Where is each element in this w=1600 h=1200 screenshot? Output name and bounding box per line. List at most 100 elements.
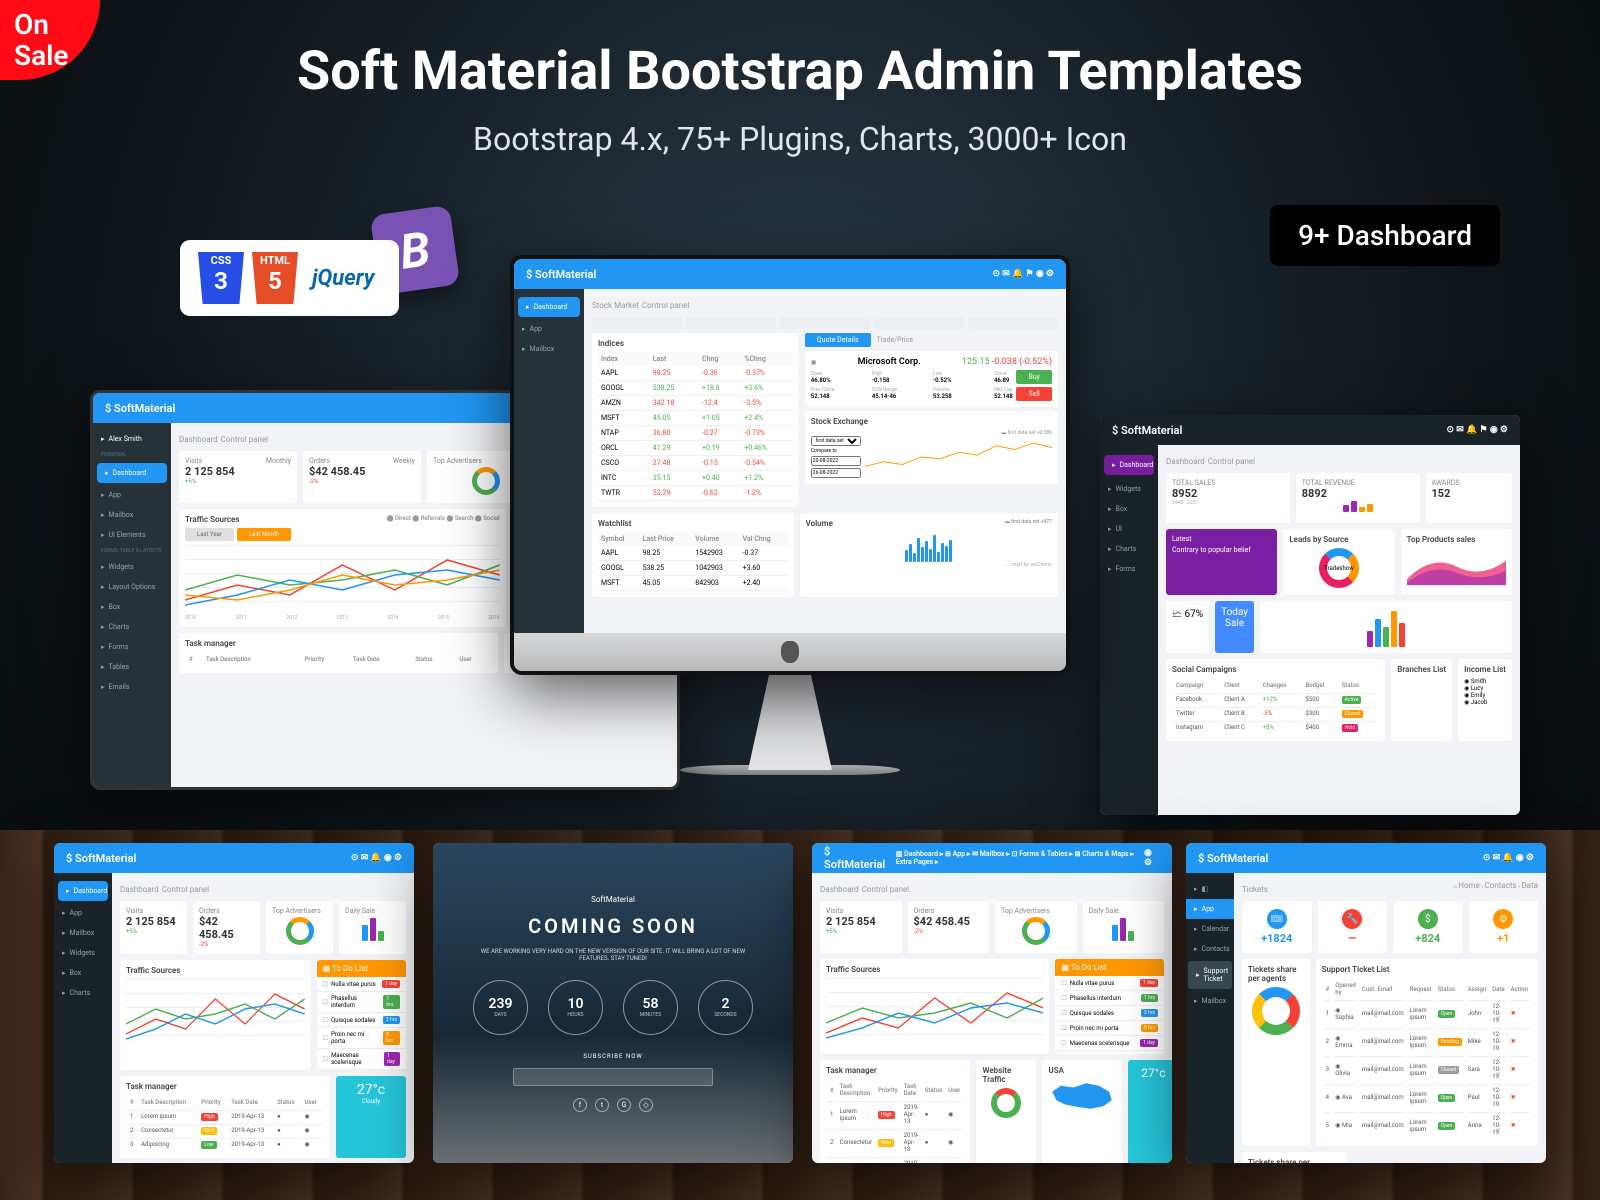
traffic-sources-chart: Traffic Sources ⬤ Direct ⬤ Referrals ⬤ S… bbox=[179, 509, 506, 627]
nav-pill[interactable] bbox=[874, 317, 964, 329]
sidebar-item-dashboard[interactable]: Dashboard bbox=[58, 881, 108, 901]
imac-chin bbox=[514, 633, 1066, 671]
indices-table: Indices IndexLastChng%Chng AAPL98.25-0.3… bbox=[592, 333, 799, 507]
table-row[interactable]: GOOGL538.251042903+3.60 bbox=[598, 561, 788, 576]
countdown: 239DAYS 10HOURS 58MINUTES 2SECONDS bbox=[473, 980, 753, 1035]
tab-quote-details[interactable]: Quote Details bbox=[805, 333, 871, 347]
sidebar-item-tables[interactable]: Tables bbox=[93, 657, 171, 677]
preview-dashboard-dark-sidebar: $ SoftMaterial⊙ ✉ 🔔 ◉ ⚙ Dashboard AppMai… bbox=[54, 843, 414, 1163]
table-row[interactable]: NTAP36.80-0.27-0.73% bbox=[598, 426, 793, 441]
table-row[interactable]: TWTR53.29-0.62-1.2% bbox=[598, 486, 793, 501]
subscribe-label: SUBSCRIBE NOW bbox=[583, 1053, 642, 1060]
table-row[interactable]: INTC35.15+0.40+1.2% bbox=[598, 471, 793, 486]
app-header: $ SoftMaterial ⊙ ✉ 🔔 ⚑ ◉ ⚙ bbox=[1100, 415, 1520, 445]
sidebar-item[interactable]: Forms bbox=[1100, 559, 1158, 579]
social-campaigns-table: Social Campaigns CampaignClientChangesBu… bbox=[1166, 659, 1385, 741]
dashboard-count-badge: 9+ Dashboard bbox=[1270, 205, 1500, 266]
sidebar-item[interactable]: Charts bbox=[1100, 539, 1158, 559]
brand-small: SoftMaterial bbox=[591, 895, 635, 904]
table-row[interactable]: 1◉ Sophiamail@mail.comLorem ipsumOpenJoh… bbox=[1324, 1000, 1530, 1026]
sidebar-item-emails[interactable]: Emails bbox=[93, 677, 171, 697]
sidebar-item[interactable]: Mailbox bbox=[514, 339, 584, 359]
exchange-select[interactable]: first data set bbox=[811, 436, 861, 446]
instagram-icon[interactable]: ◇ bbox=[639, 1098, 653, 1112]
app-header: $ SoftMaterial⊙ ✉ 🔔 ◉ ⚙ bbox=[54, 843, 414, 873]
table-row[interactable]: AMZN342.18-12.4-3.5% bbox=[598, 396, 793, 411]
facebook-icon[interactable]: f bbox=[573, 1098, 587, 1112]
on-sale-badge: On Sale bbox=[0, 0, 100, 80]
table-row[interactable]: AAPL98.251542903-0.37 bbox=[598, 546, 788, 561]
table-row[interactable]: MSFT45.05+1.05+2.4% bbox=[598, 411, 793, 426]
stat-total-sales: TOTAL SALES 8952 1448 · 2251 bbox=[1166, 473, 1290, 523]
sidebar-item[interactable]: Widgets bbox=[1100, 479, 1158, 499]
stat-revenue: TOTAL REVENUE 8892 bbox=[1296, 473, 1420, 523]
table-row[interactable]: AAPL98.25-0.36-0.37% bbox=[598, 366, 793, 381]
hero-subtitle: Bootstrap 4.x, 75+ Plugins, Charts, 3000… bbox=[473, 120, 1127, 158]
leads-donut: Leads by Source Tradeshow bbox=[1283, 529, 1394, 595]
nav-pill[interactable] bbox=[592, 317, 682, 329]
task-manager-table: Task manager #Task DescriptionPriorityTa… bbox=[179, 633, 498, 673]
top-products-area: Top Products sales bbox=[1401, 529, 1512, 595]
page-title: Dashboard Control panel bbox=[1166, 453, 1512, 467]
page-title: Stock Market Control panel bbox=[592, 297, 1058, 311]
branches-list: Branches List bbox=[1391, 659, 1452, 741]
sidebar-item-charts[interactable]: Charts bbox=[93, 617, 171, 637]
preview-purple-dashboard: $ SoftMaterial ⊙ ✉ 🔔 ⚑ ◉ ⚙ Dashboard Wid… bbox=[1100, 415, 1520, 815]
tab-last-year[interactable]: Last Year bbox=[185, 528, 234, 541]
nav-pill[interactable] bbox=[780, 317, 870, 329]
sidebar-item[interactable]: UI bbox=[1100, 519, 1158, 539]
tab-trade-price[interactable]: Trade/Price bbox=[874, 333, 916, 347]
twitter-icon[interactable]: t bbox=[595, 1098, 609, 1112]
css3-icon: CSS bbox=[198, 252, 244, 304]
sidebar-user[interactable]: Alex Smith bbox=[93, 429, 171, 449]
brand-logo[interactable]: $ SoftMaterial bbox=[1112, 424, 1182, 437]
table-row[interactable]: GOOGL538.25+18.8+3.6% bbox=[598, 381, 793, 396]
nav-pill[interactable] bbox=[968, 317, 1058, 329]
coming-soon-subtitle: WE ARE WORKING VERY HARD ON THE NEW VERS… bbox=[469, 948, 757, 962]
watchlist-table: Watchlist SymbolLast PriceVolumeVal Chng… bbox=[592, 513, 794, 597]
brand-logo[interactable]: $ SoftMaterial bbox=[526, 268, 596, 281]
table-row[interactable]: 4◉ Avamail@mail.comLorem ipsumOpenPaul12… bbox=[1324, 1084, 1530, 1110]
subscribe-input[interactable] bbox=[513, 1068, 713, 1086]
preview-tickets: $ SoftMaterial⊙ ✉ 🔔 ◉ ⚙ ◧ App Calendar C… bbox=[1186, 843, 1546, 1163]
sidebar-item[interactable]: App bbox=[514, 319, 584, 339]
header-icons[interactable]: ⊙ ✉ 🔔 ⚑ ◉ ⚙ bbox=[993, 269, 1054, 279]
sidebar-item-ui[interactable]: UI Elements bbox=[93, 525, 171, 545]
sidebar-item-forms[interactable]: Forms bbox=[93, 637, 171, 657]
sidebar-item-widgets[interactable]: Widgets bbox=[93, 557, 171, 577]
preview-dashboard-top-nav: $ SoftMaterial ▥ Dashboard ▸ ⊞ App ▸ ✉ M… bbox=[812, 843, 1172, 1163]
sidebar-item-box[interactable]: Box bbox=[93, 597, 171, 617]
sidebar-item-dashboard[interactable]: Dashboard bbox=[1104, 455, 1154, 475]
sidebar-item-layout[interactable]: Layout Options bbox=[93, 577, 171, 597]
ratio-card: 🗠 67% bbox=[1166, 601, 1209, 653]
brand-logo[interactable]: $ SoftMaterial bbox=[105, 402, 175, 415]
tech-badges: CSS HTML jQuery bbox=[180, 240, 399, 316]
date-from[interactable] bbox=[811, 456, 861, 466]
social-icons: ftG ◇ bbox=[573, 1098, 653, 1112]
google-icon[interactable]: G bbox=[617, 1098, 631, 1112]
sidebar: Alex Smith PERSONAL Dashboard App Mailbo… bbox=[93, 423, 171, 787]
table-row[interactable]: 3◉ Oliviamail@mail.comLorem ipsumClosedS… bbox=[1324, 1056, 1530, 1082]
ticket-stat-card: $+824 bbox=[1393, 901, 1463, 953]
table-row[interactable]: ORCL41.29+0.19+0.46% bbox=[598, 441, 793, 456]
tab-last-month[interactable]: Last Month bbox=[237, 528, 291, 541]
imac-mockup-stock: $ SoftMaterial ⊙ ✉ 🔔 ⚑ ◉ ⚙ Dashboard App… bbox=[510, 255, 1070, 675]
nav-pill[interactable] bbox=[686, 317, 776, 329]
table-row[interactable]: CSCO27.48-0.15-0.54% bbox=[598, 456, 793, 471]
table-row[interactable]: MSFT45.05842903+2.40 bbox=[598, 576, 788, 591]
sidebar-item-mailbox[interactable]: Mailbox bbox=[93, 505, 171, 525]
latest-card: Latest Contrary to popular belief bbox=[1166, 529, 1277, 595]
tickets-per-category-bars: Tickets share per category bbox=[1242, 1152, 1347, 1163]
sidebar-item-app[interactable]: App bbox=[93, 485, 171, 505]
donut-chart-icon bbox=[472, 467, 500, 495]
table-row[interactable]: 2◉ Emmamail@mail.comLorem ipsumPendingMi… bbox=[1324, 1028, 1530, 1054]
sidebar-item[interactable]: Box bbox=[1100, 499, 1158, 519]
page-title: Tickets ⌂ Home › Contacts › Data bbox=[1242, 881, 1538, 895]
table-row[interactable]: 5◉ Miamail@mail.comLorem ipsumOpenAnna12… bbox=[1324, 1112, 1530, 1138]
stock-exchange-chart: Stock Exchange ▬ first data set +0.386 f… bbox=[805, 411, 1058, 484]
sidebar-item-dashboard[interactable]: Dashboard bbox=[518, 297, 580, 317]
sidebar: Dashboard App Mailbox bbox=[514, 289, 584, 633]
date-to[interactable] bbox=[811, 468, 861, 478]
sidebar-item-dashboard[interactable]: Dashboard bbox=[97, 463, 167, 483]
ticket-stat-card: 🔧— bbox=[1318, 901, 1388, 953]
